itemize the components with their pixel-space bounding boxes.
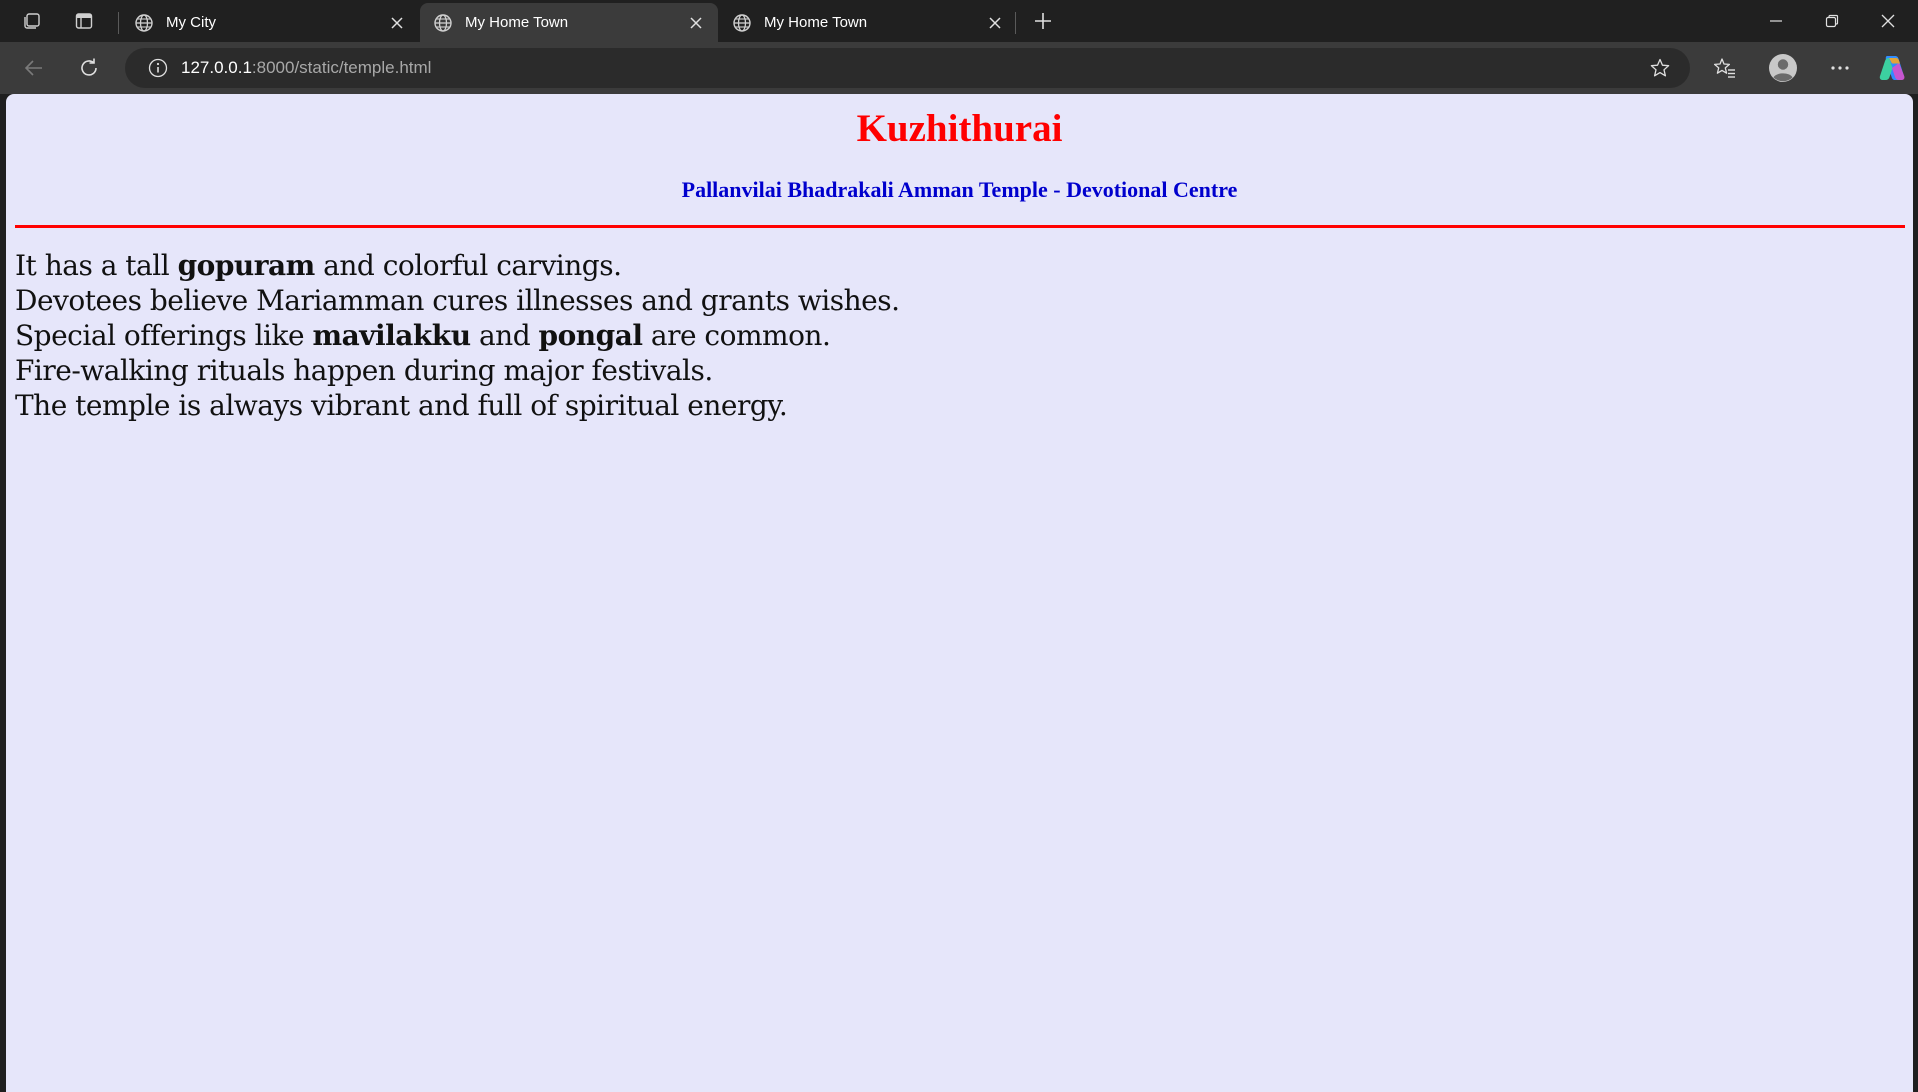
page-viewport: Kuzhithurai Pallanvilai Bhadrakali Amman… <box>6 94 1913 1092</box>
globe-icon <box>133 12 155 34</box>
line-text: The temple is always vibrant and full of… <box>15 389 788 422</box>
horizontal-rule <box>15 225 1905 228</box>
minimize-icon[interactable] <box>1748 0 1804 42</box>
url-path: :8000/static/temple.html <box>251 58 432 77</box>
favorites-icon[interactable] <box>1707 50 1743 86</box>
tab-my-home-town[interactable]: My Home Town <box>719 3 1017 42</box>
address-bar[interactable]: 127.0.0.1:8000/static/temple.html <box>125 48 1690 88</box>
line-text: are common. <box>642 319 831 352</box>
line-text: Fire-walking rituals happen during major… <box>15 354 713 387</box>
content-line: It has a tall gopuram and colorful carvi… <box>15 248 1895 283</box>
content-line: The temple is always vibrant and full of… <box>15 388 1895 423</box>
content-line: Devotees believe Mariamman cures illness… <box>15 283 1895 318</box>
close-icon[interactable] <box>682 9 710 37</box>
content-line: Fire-walking rituals happen during major… <box>15 353 1895 388</box>
close-icon[interactable] <box>981 9 1009 37</box>
globe-icon <box>432 12 454 34</box>
tab-my-city[interactable]: My City <box>121 3 419 42</box>
workspaces-icon[interactable] <box>15 5 49 37</box>
tab-actions-icon[interactable] <box>67 5 101 37</box>
navigation-toolbar: 127.0.0.1:8000/static/temple.html <box>0 42 1918 94</box>
back-icon[interactable] <box>16 50 52 86</box>
reload-icon[interactable] <box>71 50 107 86</box>
bold-term: pongal <box>538 319 643 352</box>
tab-title: My Home Town <box>764 14 868 31</box>
close-window-icon[interactable] <box>1860 0 1916 42</box>
restore-icon[interactable] <box>1804 0 1860 42</box>
bold-term: gopuram <box>177 249 316 282</box>
page-subtitle: Pallanvilai Bhadrakali Amman Temple - De… <box>681 177 1238 202</box>
tab-strip: My City My Home Town My Home Town <box>0 0 1918 42</box>
url-text[interactable]: 127.0.0.1:8000/static/temple.html <box>181 58 431 78</box>
content-line: Special offerings like mavilakku and pon… <box>15 318 1895 353</box>
globe-icon <box>731 12 753 34</box>
line-text: Special offerings like <box>15 319 313 352</box>
line-text: Devotees believe Mariamman cures illness… <box>15 284 900 317</box>
line-text: and colorful carvings. <box>314 249 622 282</box>
site-info-icon[interactable] <box>147 57 169 79</box>
bold-term: mavilakku <box>312 319 471 352</box>
page-title: Kuzhithurai <box>856 107 1063 150</box>
more-icon[interactable] <box>1822 50 1858 86</box>
new-tab-icon[interactable] <box>1026 5 1060 37</box>
line-text: It has a tall <box>15 249 178 282</box>
profile-icon[interactable] <box>1765 50 1801 86</box>
tab-title: My Home Town <box>465 14 569 31</box>
favorite-star-icon[interactable] <box>1648 56 1672 80</box>
tab-separator <box>1015 12 1016 34</box>
line-text: and <box>470 319 539 352</box>
copilot-icon[interactable] <box>1874 50 1910 86</box>
tab-title: My City <box>166 14 216 31</box>
page-content: It has a tall gopuram and colorful carvi… <box>15 248 1895 423</box>
close-icon[interactable] <box>383 9 411 37</box>
tab-separator <box>118 12 119 34</box>
url-host: 127.0.0.1 <box>181 58 252 77</box>
tab-my-home-town-active[interactable]: My Home Town <box>420 3 718 42</box>
